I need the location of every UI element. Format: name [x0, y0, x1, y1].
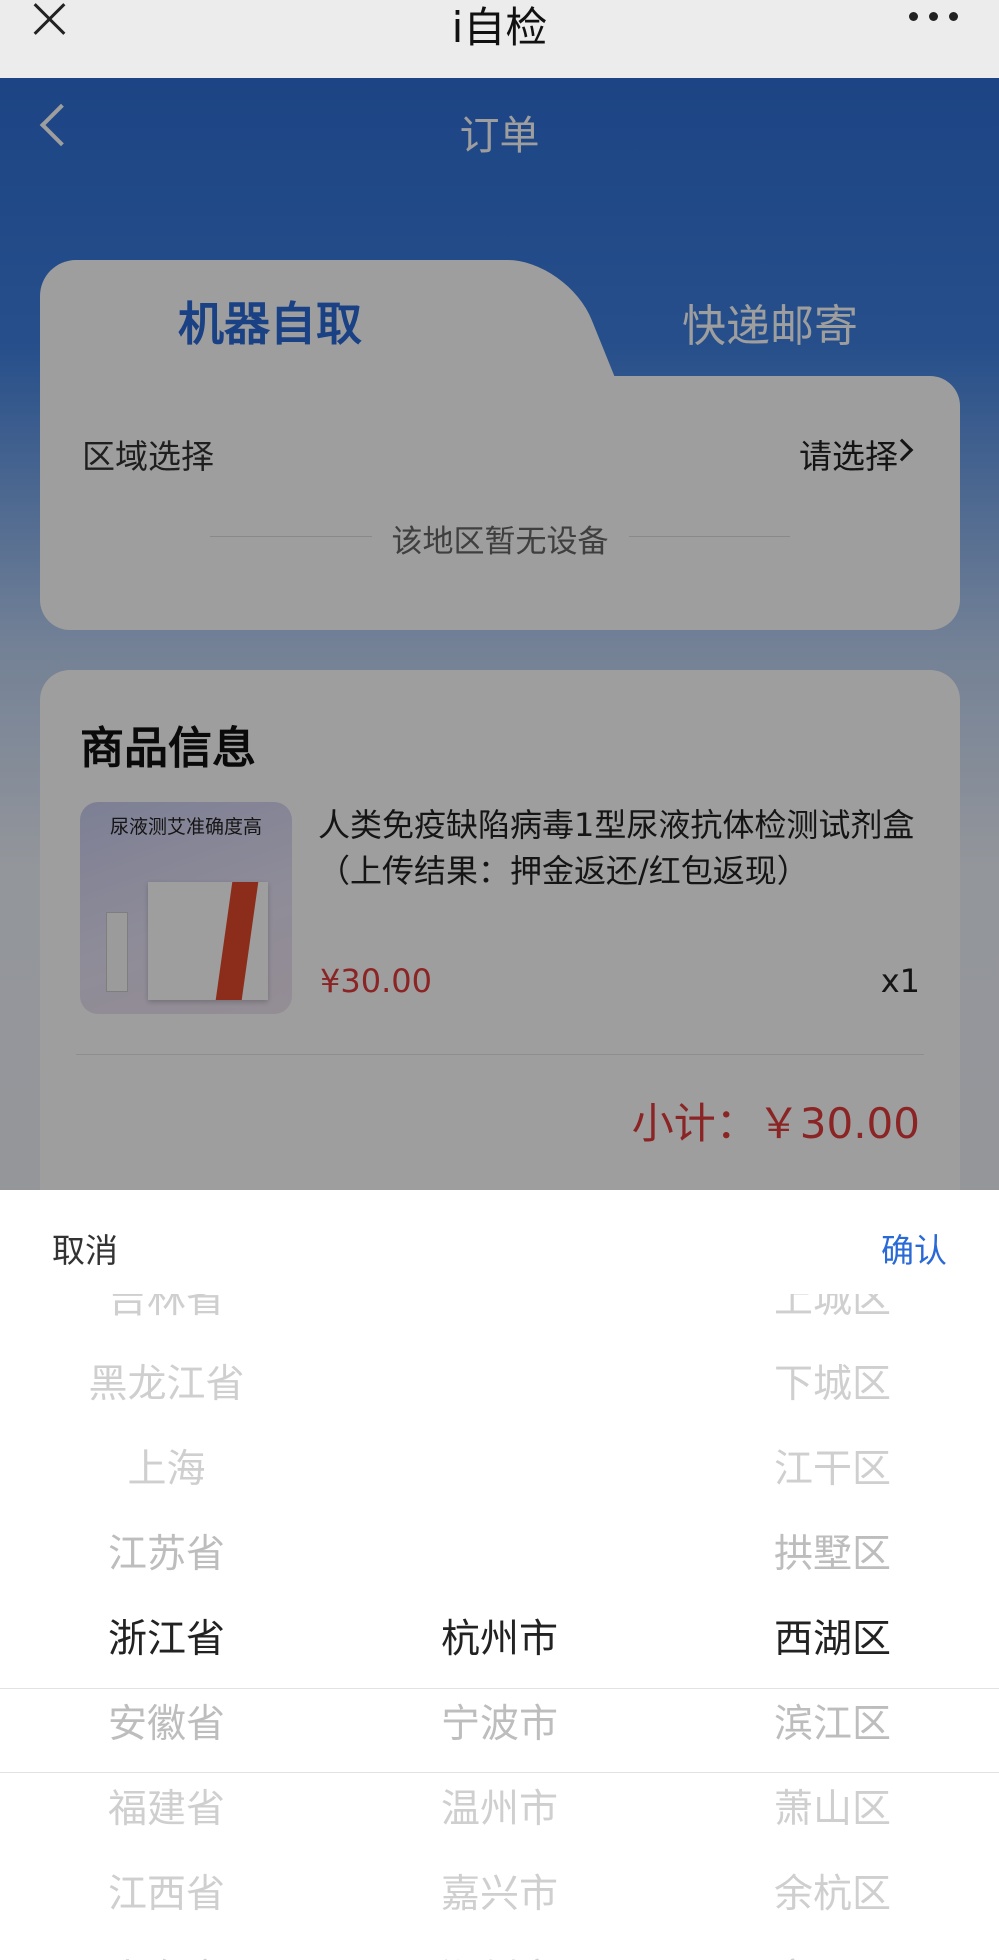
district-option[interactable]: 余杭区 — [666, 1852, 999, 1937]
province-wheel[interactable]: 吉林省 黑龙江省 上海 江苏省 浙江省 安徽省 福建省 江西省 山东省 — [0, 1294, 333, 1960]
district-option-selected[interactable]: 西湖区 — [666, 1597, 999, 1682]
more-icon[interactable] — [909, 12, 959, 22]
picker-wheels[interactable]: 吉林省 黑龙江省 上海 江苏省 浙江省 安徽省 福建省 江西省 山东省 杭州市 … — [0, 1294, 999, 1960]
province-option[interactable]: 黑龙江省 — [0, 1342, 333, 1427]
district-wheel[interactable]: 上城区 下城区 江干区 拱墅区 西湖区 滨江区 萧山区 余杭区 富阳区 — [666, 1294, 999, 1960]
cancel-button[interactable]: 取消 — [52, 1224, 118, 1272]
district-option[interactable]: 上城区 — [666, 1294, 999, 1342]
wechat-top-bar: i自检 — [0, 0, 999, 78]
district-option[interactable]: 萧山区 — [666, 1767, 999, 1852]
region-picker-sheet: 取消 确认 吉林省 黑龙江省 上海 江苏省 浙江省 安徽省 福建省 江西省 山东… — [0, 1190, 999, 1960]
app-title: i自检 — [451, 3, 548, 52]
province-option[interactable]: 上海 — [0, 1427, 333, 1512]
province-option[interactable]: 吉林省 — [0, 1294, 333, 1342]
province-option[interactable]: 山东省 — [0, 1937, 333, 1960]
province-option[interactable]: 江西省 — [0, 1852, 333, 1937]
city-option[interactable]: 温州市 — [333, 1767, 666, 1852]
city-option[interactable]: 宁波市 — [333, 1682, 666, 1767]
province-option[interactable]: 江苏省 — [0, 1512, 333, 1597]
district-option[interactable]: 江干区 — [666, 1427, 999, 1512]
district-option[interactable]: 拱墅区 — [666, 1512, 999, 1597]
city-option[interactable]: 嘉兴市 — [333, 1852, 666, 1937]
district-option[interactable]: 下城区 — [666, 1342, 999, 1427]
city-wheel[interactable]: 杭州市 宁波市 温州市 嘉兴市 湖州市 — [333, 1294, 666, 1960]
district-option[interactable]: 富阳区 — [666, 1937, 999, 1960]
confirm-button[interactable]: 确认 — [881, 1224, 947, 1272]
province-option[interactable]: 安徽省 — [0, 1682, 333, 1767]
province-option-selected[interactable]: 浙江省 — [0, 1597, 333, 1682]
district-option[interactable]: 滨江区 — [666, 1682, 999, 1767]
city-option-selected[interactable]: 杭州市 — [333, 1597, 666, 1682]
province-option[interactable]: 福建省 — [0, 1767, 333, 1852]
city-option[interactable]: 湖州市 — [333, 1937, 666, 1960]
